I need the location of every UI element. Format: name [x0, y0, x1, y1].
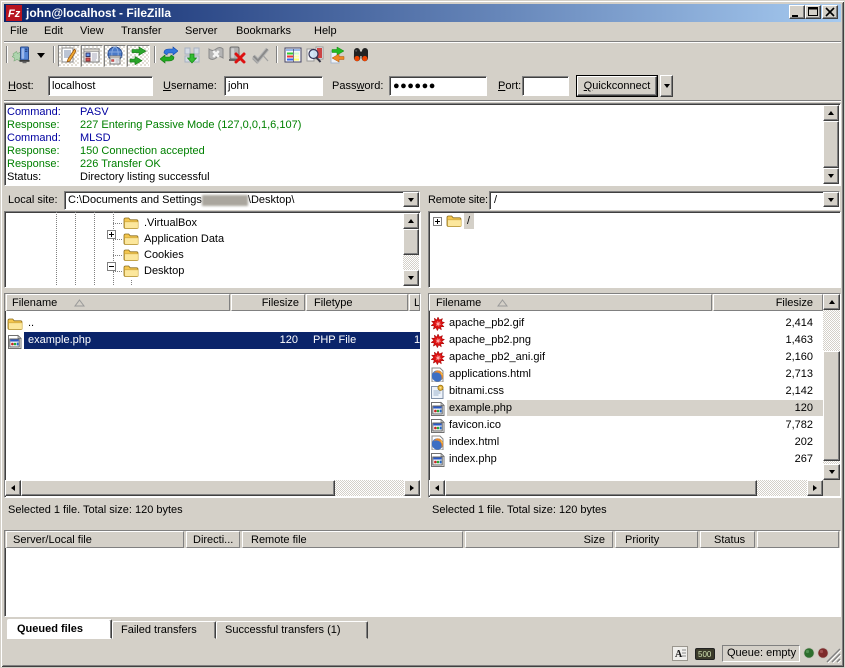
svg-text:Fz: Fz [8, 8, 21, 20]
svg-text:500: 500 [698, 650, 712, 659]
svg-text:A: A [675, 649, 683, 660]
